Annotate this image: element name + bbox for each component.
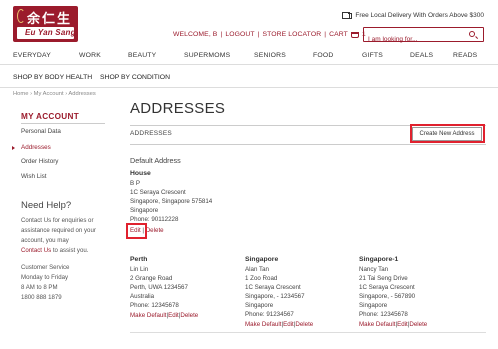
address-line: 1C Seraya Crescent <box>245 284 301 291</box>
address-actions: Make Default|Edit|Delete <box>245 321 314 328</box>
address-line: Alan Tan <box>245 266 269 273</box>
address-line: 2 Grange Road <box>130 275 173 282</box>
nav-item-gifts[interactable]: GIFTS <box>362 52 383 59</box>
address-line: Singapore <box>359 302 388 309</box>
contact-us-link[interactable]: Contact Us <box>21 247 51 254</box>
page-title: ADDRESSES <box>130 100 226 117</box>
edit-link[interactable]: Edit <box>397 321 408 328</box>
delete-link[interactable]: Delete <box>180 312 198 319</box>
default-address-label: Default Address <box>130 156 181 165</box>
nav-shop-by-condition[interactable]: SHOP BY CONDITION <box>100 74 170 81</box>
delete-link[interactable]: Delete <box>409 321 427 328</box>
help-text-line: assistance required on your <box>21 227 96 234</box>
search-icon[interactable] <box>469 31 475 37</box>
logout-link[interactable]: LOGOUT <box>225 31 254 38</box>
sidebar-item-personal-data[interactable]: Personal Data <box>21 128 61 135</box>
address-line: 21 Tai Seng Drive <box>359 275 408 282</box>
sidebar-item-wish-list[interactable]: Wish List <box>21 173 47 180</box>
address-actions: Make Default|Edit|Delete <box>359 321 428 328</box>
nav-item-reads[interactable]: READS <box>453 52 477 59</box>
address-line: Singapore <box>245 302 274 309</box>
address-line: 1C Seraya Crescent <box>130 189 186 196</box>
address-line: Lin Lin <box>130 266 149 273</box>
address-line: Australia <box>130 293 155 300</box>
active-arrow-icon <box>12 146 15 150</box>
make-default-link[interactable]: Make Default <box>359 321 395 328</box>
help-text-line: account, you may <box>21 237 69 244</box>
address-line: Perth, UWA 1234567 <box>130 284 188 291</box>
search-box <box>363 27 484 46</box>
search-input[interactable] <box>364 33 464 46</box>
make-default-link[interactable]: Make Default <box>130 312 166 319</box>
address-actions: Make Default|Edit|Delete <box>130 312 199 319</box>
welcome-text: WELCOME, B <box>173 31 218 38</box>
site-header: 余仁生 Eu Yan Sang Free Local Delivery With… <box>0 0 498 46</box>
section-label: ADDRESSES <box>130 130 172 137</box>
delivery-text: Free Local Delivery With Orders Above $3… <box>355 12 484 19</box>
address-line: Singapore, - 1234567 <box>245 293 305 300</box>
address-line: Singapore, Singapore 575814 <box>130 198 213 205</box>
section-divider <box>130 125 486 126</box>
address-line: 1C Seraya Crescent <box>359 284 415 291</box>
help-suffix: to assist you. <box>51 247 89 254</box>
address-phone: Phone: 12345678 <box>130 302 179 309</box>
sidebar-title: MY ACCOUNT <box>21 112 80 121</box>
sidebar-item-order-history[interactable]: Order History <box>21 158 58 165</box>
edit-link[interactable]: Edit <box>283 321 294 328</box>
address-line: Singapore <box>130 207 159 214</box>
brand-name-en: Eu Yan Sang <box>25 28 76 37</box>
nav-item-beauty[interactable]: BEAUTY <box>128 52 156 59</box>
nav-item-supermoms[interactable]: SUPERMOMS <box>184 52 230 59</box>
cart-icon <box>350 31 359 38</box>
main-nav: EVERYDAY WORK BEAUTY SUPERMOMS SENIORS F… <box>0 47 498 65</box>
cart-link[interactable]: CART 1 <box>329 31 366 38</box>
service-line: Customer Service <box>21 264 70 271</box>
nav-item-work[interactable]: WORK <box>79 52 101 59</box>
help-contact-line: Contact Us to assist you. <box>21 247 89 254</box>
nav-item-everyday[interactable]: EVERYDAY <box>13 52 51 59</box>
utility-links: WELCOME, B | LOGOUT | STORE LOCATOR | CA… <box>173 31 366 38</box>
sidebar-item-addresses[interactable]: Addresses <box>21 144 51 151</box>
nav-item-food[interactable]: FOOD <box>313 52 333 59</box>
breadcrumb[interactable]: Home › My Account › Addresses <box>13 91 96 97</box>
truck-icon <box>342 12 353 19</box>
address-actions: Edit | Delete <box>130 227 164 234</box>
nav-item-deals[interactable]: DEALS <box>410 52 433 59</box>
brand-logo[interactable]: 余仁生 Eu Yan Sang <box>13 6 78 42</box>
address-name: Singapore <box>245 256 279 263</box>
service-line: Monday to Friday <box>21 274 69 281</box>
address-phone: Phone: 90112228 <box>130 216 179 223</box>
make-default-link[interactable]: Make Default <box>245 321 281 328</box>
nav-shop-by-body-health[interactable]: SHOP BY BODY HEALTH <box>13 74 92 81</box>
brand-name-cn: 余仁生 <box>27 12 73 27</box>
sub-nav: SHOP BY BODY HEALTH SHOP BY CONDITION <box>0 66 498 88</box>
service-line: 8 AM to 8 PM <box>21 284 58 291</box>
address-line: Singapore, - 567890 <box>359 293 416 300</box>
edit-link[interactable]: Edit <box>168 312 179 319</box>
address-name: House <box>130 170 151 177</box>
sidebar-divider <box>21 123 105 124</box>
address-line: B P <box>130 180 140 187</box>
service-phone: 1800 888 1879 <box>21 294 62 301</box>
address-phone: Phone: 91234567 <box>245 311 294 318</box>
section-divider <box>130 332 486 333</box>
store-locator-link[interactable]: STORE LOCATOR <box>263 31 322 38</box>
help-title: Need Help? <box>21 200 72 211</box>
address-phone: Phone: 12345678 <box>359 311 408 318</box>
create-new-address-button[interactable]: Create New Address <box>412 127 482 141</box>
delete-link[interactable]: Delete <box>295 321 313 328</box>
section-divider <box>130 144 486 145</box>
address-name: Singapore-1 <box>359 256 399 263</box>
nav-item-seniors[interactable]: SENIORS <box>254 52 286 59</box>
address-line: Nancy Tan <box>359 266 389 273</box>
delivery-notice: Free Local Delivery With Orders Above $3… <box>342 12 484 19</box>
address-line: 1 Zoo Road <box>245 275 278 282</box>
edit-link[interactable]: Edit <box>130 227 141 234</box>
cart-label: CART <box>329 31 348 38</box>
logo-swirl-icon <box>17 9 25 23</box>
help-text-line: Contact Us for enquiries or <box>21 217 94 224</box>
address-name: Perth <box>130 256 148 263</box>
delete-link[interactable]: Delete <box>146 227 164 234</box>
